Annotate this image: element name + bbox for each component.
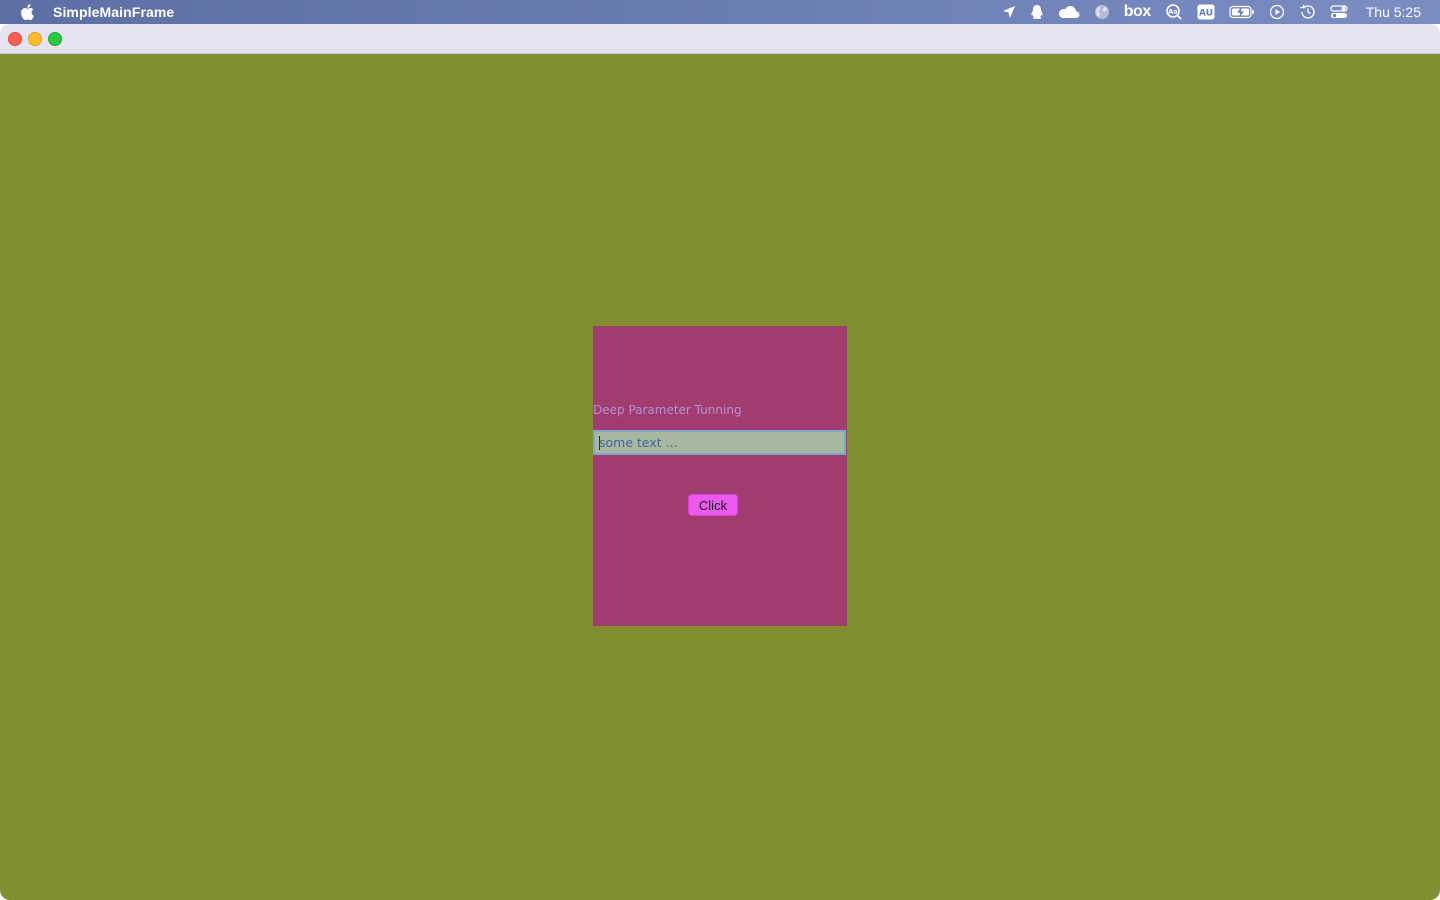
time-machine-icon[interactable] <box>1299 0 1316 24</box>
click-button[interactable]: Click <box>688 494 738 516</box>
panel-label: Deep Parameter Tunning <box>593 403 742 417</box>
app-menu-title[interactable]: SimpleMainFrame <box>53 4 174 20</box>
window-close-button[interactable] <box>8 32 22 46</box>
box-icon[interactable]: box <box>1124 0 1151 24</box>
onedrive-cloud-icon[interactable] <box>1058 0 1080 24</box>
window-title-bar[interactable] <box>0 24 1440 54</box>
globe-icon[interactable] <box>1094 0 1110 24</box>
status-area: box Aa AU Thu 5:25 <box>1002 0 1440 24</box>
qq-penguin-icon[interactable] <box>1030 0 1044 24</box>
svg-text:AU: AU <box>1199 9 1213 19</box>
text-input-value: some text ... <box>599 435 678 450</box>
window-minimize-button[interactable] <box>28 32 42 46</box>
text-recognition-icon[interactable]: Aa <box>1165 0 1183 24</box>
menu-bar: SimpleMainFrame box Aa AU Thu 5:25 <box>0 0 1440 24</box>
apple-menu-icon[interactable] <box>19 4 35 20</box>
battery-charging-icon[interactable] <box>1229 0 1255 24</box>
svg-text:Aa: Aa <box>1168 8 1177 16</box>
text-input-field[interactable]: some text ... <box>593 430 846 455</box>
au-icon[interactable]: AU <box>1197 0 1215 24</box>
menu-bar-clock[interactable]: Thu 5:25 <box>1366 4 1421 20</box>
location-arrow-icon[interactable] <box>1002 0 1016 24</box>
main-panel: Deep Parameter Tunning some text ... Cli… <box>593 326 847 626</box>
window-content: Deep Parameter Tunning some text ... Cli… <box>0 54 1440 900</box>
play-circle-icon[interactable] <box>1269 0 1285 24</box>
window-zoom-button[interactable] <box>48 32 62 46</box>
control-center-icon[interactable] <box>1330 0 1348 24</box>
